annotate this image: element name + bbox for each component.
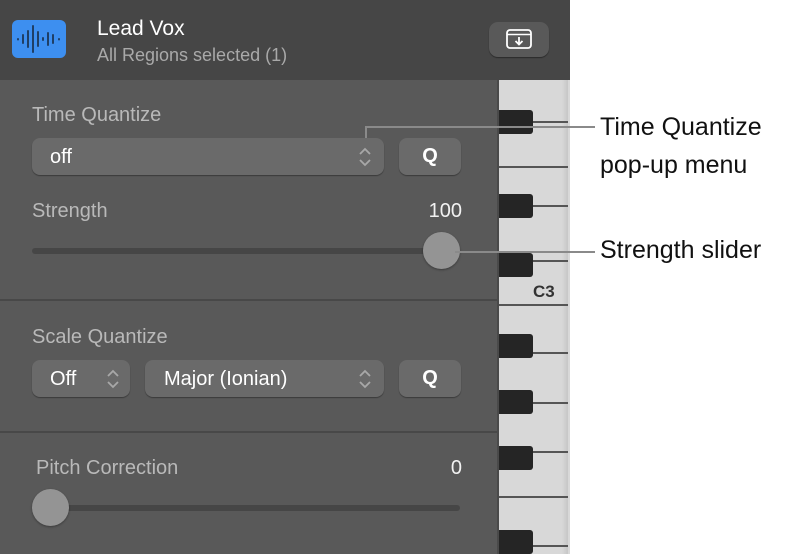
callout-time-quantize: Time Quantize pop-up menu — [600, 108, 762, 184]
up-down-chevron-icon — [107, 369, 119, 389]
scale-quantize-label: Scale Quantize — [32, 326, 168, 348]
callout-strength: Strength slider — [600, 236, 762, 264]
header-action-button[interactable] — [489, 22, 549, 57]
time-quantize-popup[interactable]: off — [32, 138, 384, 175]
black-key[interactable] — [499, 110, 533, 134]
white-key-divider — [533, 205, 568, 207]
scale-type-popup[interactable]: Major (Ionian) — [145, 360, 384, 397]
strength-label: Strength — [32, 200, 108, 222]
white-key-divider — [499, 496, 568, 498]
section-divider — [0, 431, 497, 433]
white-key-divider — [533, 260, 568, 262]
callout-line — [365, 126, 595, 128]
up-down-chevron-icon — [359, 147, 371, 167]
region-header: Lead Vox All Regions selected (1) — [0, 0, 570, 80]
black-key[interactable] — [499, 334, 533, 358]
keyboard-shade — [562, 80, 568, 554]
pitch-correction-value: 0 — [450, 457, 462, 479]
piano-keyboard[interactable]: C3 — [497, 80, 570, 554]
callout-text-line: pop-up menu — [600, 151, 748, 179]
note-label-c3: C3 — [533, 282, 555, 301]
black-key[interactable] — [499, 194, 533, 218]
download-window-icon — [506, 29, 532, 49]
time-quantize-label: Time Quantize — [32, 104, 162, 126]
time-quantize-q-button[interactable]: Q — [399, 138, 461, 175]
pitch-correction-slider-knob[interactable] — [32, 489, 69, 526]
white-key-divider — [499, 166, 568, 168]
callout-line — [455, 251, 595, 253]
audio-waveform-icon — [12, 20, 66, 58]
black-key[interactable] — [499, 446, 533, 470]
track-name: Lead Vox — [97, 17, 185, 40]
black-key[interactable] — [499, 530, 533, 554]
black-key[interactable] — [499, 253, 533, 277]
scale-quantize-mode-value: Off — [50, 368, 77, 390]
scale-type-value: Major (Ionian) — [164, 368, 288, 390]
scale-quantize-q-button[interactable]: Q — [399, 360, 461, 397]
time-quantize-value: off — [50, 146, 72, 168]
white-key-divider — [533, 545, 568, 547]
white-key-divider — [533, 402, 568, 404]
black-key[interactable] — [499, 390, 533, 414]
selection-status: All Regions selected (1) — [97, 45, 288, 65]
callout-text-line: Time Quantize — [600, 113, 762, 141]
white-key-divider — [533, 352, 568, 354]
pitch-correction-slider-track[interactable] — [32, 505, 460, 511]
region-inspector-panel: Time Quantize off Q Strength 100 Scale Q… — [0, 80, 497, 554]
strength-slider-track[interactable] — [32, 248, 460, 254]
section-divider — [0, 299, 497, 301]
keyboard-edge — [497, 80, 499, 554]
white-key-divider — [533, 451, 568, 453]
pitch-correction-label: Pitch Correction — [36, 457, 179, 479]
white-key-divider — [499, 304, 568, 306]
strength-value: 100 — [428, 200, 462, 222]
up-down-chevron-icon — [359, 369, 371, 389]
scale-quantize-mode-popup[interactable]: Off — [32, 360, 130, 397]
white-key-divider — [533, 121, 568, 123]
